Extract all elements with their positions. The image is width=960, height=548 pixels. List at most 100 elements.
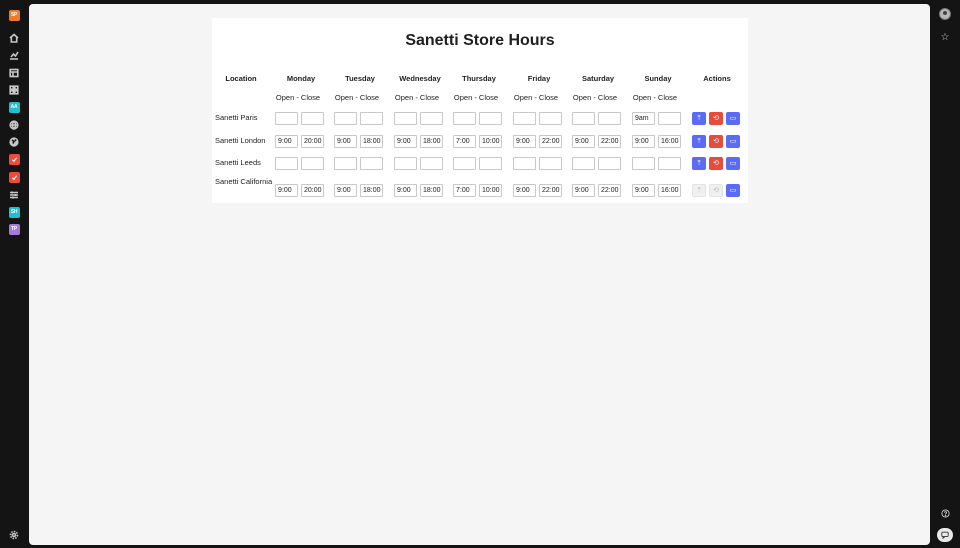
close-time-input[interactable]: 20:00 (301, 134, 324, 148)
close-time-input[interactable]: 18:00 (420, 134, 443, 148)
close-time-input[interactable]: 22:00 (598, 183, 621, 197)
open-time-input[interactable] (572, 156, 595, 170)
store-hours-card: Sanetti Store Hours Location Monday Tues… (212, 18, 748, 203)
app-aa-badge[interactable]: AA (7, 100, 21, 114)
open-time-input[interactable]: 7:00 (453, 134, 476, 148)
open-time-input[interactable] (394, 111, 417, 125)
open-time-input[interactable]: 9:00 (334, 183, 357, 197)
view-icon: ▭ (729, 159, 737, 167)
column-header-friday: Friday (527, 74, 551, 83)
close-time-input[interactable] (301, 156, 324, 170)
view-button[interactable]: ▭ (726, 183, 740, 197)
open-time-input[interactable] (632, 156, 655, 170)
close-time-input[interactable]: 16:00 (658, 134, 681, 148)
open-time-input[interactable] (275, 111, 298, 125)
close-time-input[interactable]: 22:00 (539, 134, 562, 148)
view-button[interactable]: ▭ (726, 156, 740, 170)
open-time-input[interactable] (334, 111, 357, 125)
close-time-input[interactable]: 10:00 (479, 183, 502, 197)
open-time-input[interactable]: 9:00 (275, 183, 298, 197)
subheader-tuesday: Open - Close (334, 93, 380, 102)
open-time-input[interactable]: 9:00 (334, 134, 357, 148)
close-time-input[interactable]: 22:00 (539, 183, 562, 197)
close-time-input[interactable] (360, 156, 383, 170)
reset-icon: ⟲ (713, 114, 719, 122)
column-header-tuesday: Tuesday (345, 74, 375, 83)
upload-button[interactable]: ⤒ (692, 111, 706, 125)
view-button[interactable]: ▭ (726, 134, 740, 148)
home-icon[interactable] (7, 31, 21, 45)
column-header-saturday: Saturday (581, 74, 615, 83)
grid-icon[interactable] (7, 83, 21, 97)
column-header-sunday: Sunday (644, 74, 672, 83)
app-tp-badge[interactable]: TP (7, 222, 21, 236)
open-time-input[interactable]: 7:00 (453, 183, 476, 197)
table-header: Location Monday Tuesday Wednesday Thursd… (212, 70, 748, 90)
upload-button[interactable]: ⤒ (692, 156, 706, 170)
open-time-input[interactable]: 9:00 (632, 183, 655, 197)
task-app-badge-2[interactable] (7, 170, 21, 184)
close-time-input[interactable] (658, 111, 681, 125)
close-time-input[interactable] (598, 156, 621, 170)
open-time-input[interactable]: 9:00 (513, 134, 536, 148)
close-time-input[interactable] (420, 156, 443, 170)
chat-icon[interactable] (937, 528, 953, 542)
view-icon: ▭ (729, 186, 737, 194)
close-time-input[interactable] (658, 156, 681, 170)
open-time-input[interactable] (334, 156, 357, 170)
reset-icon: ⟲ (713, 186, 719, 194)
upload-button[interactable]: ⤒ (692, 183, 706, 197)
open-time-input[interactable] (513, 156, 536, 170)
open-time-input[interactable] (513, 111, 536, 125)
close-time-input[interactable] (479, 156, 502, 170)
upload-button[interactable]: ⤒ (692, 134, 706, 148)
close-time-input[interactable] (420, 111, 443, 125)
world-icon[interactable] (7, 135, 21, 149)
star-icon[interactable]: ☆ (939, 32, 951, 44)
close-time-input[interactable] (539, 156, 562, 170)
open-time-input[interactable]: 9:00 (513, 183, 536, 197)
chart-icon[interactable] (7, 48, 21, 62)
close-time-input[interactable] (360, 111, 383, 125)
close-time-input[interactable]: 22:00 (598, 134, 621, 148)
close-time-input[interactable]: 18:00 (360, 183, 383, 197)
open-time-input[interactable]: 9am (632, 111, 655, 125)
close-time-input[interactable]: 20:00 (301, 183, 324, 197)
close-time-input[interactable] (479, 111, 502, 125)
open-time-input[interactable] (275, 156, 298, 170)
globe-icon[interactable] (7, 118, 21, 132)
open-time-input[interactable]: 9:00 (394, 134, 417, 148)
reset-button[interactable]: ⟲ (709, 183, 723, 197)
open-time-input[interactable] (394, 156, 417, 170)
close-time-input[interactable] (598, 111, 621, 125)
help-icon[interactable] (939, 509, 951, 521)
view-button[interactable]: ▭ (726, 111, 740, 125)
open-time-input[interactable]: 9:00 (572, 134, 595, 148)
table-icon[interactable] (7, 66, 21, 80)
close-time-input[interactable]: 16:00 (658, 183, 681, 197)
close-time-input[interactable]: 18:00 (360, 134, 383, 148)
close-time-input[interactable]: 18:00 (420, 183, 443, 197)
open-time-input[interactable] (453, 111, 476, 125)
app-sh-badge[interactable]: SH (7, 205, 21, 219)
reset-button[interactable]: ⟲ (709, 156, 723, 170)
task-app-badge[interactable] (7, 152, 21, 166)
user-avatar[interactable] (939, 8, 951, 20)
open-time-input[interactable]: 9:00 (572, 183, 595, 197)
gear-icon[interactable] (7, 528, 21, 542)
open-time-input[interactable]: 9:00 (394, 183, 417, 197)
workspace-badge[interactable]: SP (7, 8, 21, 22)
close-time-input[interactable]: 10:00 (479, 134, 502, 148)
open-time-input[interactable] (572, 111, 595, 125)
close-time-input[interactable] (539, 111, 562, 125)
subheader-thursday: Open - Close (453, 93, 499, 102)
reset-button[interactable]: ⟲ (709, 134, 723, 148)
sliders-icon[interactable] (7, 188, 21, 202)
close-time-input[interactable] (301, 111, 324, 125)
subheader-friday: Open - Close (513, 93, 559, 102)
open-time-input[interactable]: 9:00 (275, 134, 298, 148)
table-row: Sanetti London 9:00 20:00 9:00 18:00 9:00 18:0… (212, 131, 748, 151)
open-time-input[interactable] (453, 156, 476, 170)
reset-button[interactable]: ⟲ (709, 111, 723, 125)
open-time-input[interactable]: 9:00 (632, 134, 655, 148)
